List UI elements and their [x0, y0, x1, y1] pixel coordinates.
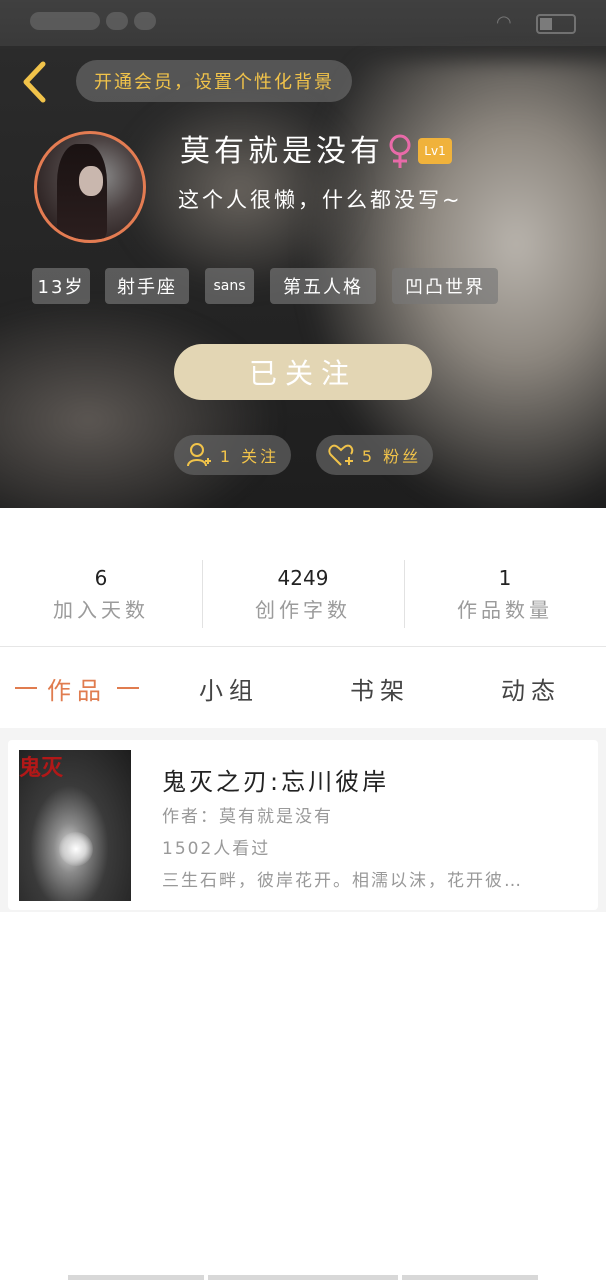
- divider: [404, 560, 405, 628]
- home-indicator: [208, 1275, 398, 1280]
- tab-label: 书架: [350, 676, 410, 705]
- following-label: 1 关注: [219, 447, 280, 466]
- divider: [0, 646, 606, 647]
- fans-label: 5 粉丝: [361, 447, 422, 466]
- tab-label: 作品: [47, 676, 107, 705]
- stat-label: 创作字数: [255, 598, 351, 622]
- home-indicator: [68, 1275, 204, 1280]
- stat-value: 1: [498, 566, 512, 590]
- tab-label: 小组: [199, 676, 259, 705]
- follow-button-label: 已关注: [248, 357, 357, 390]
- vip-banner-label: 开通会员，设置个性化背景: [94, 72, 334, 93]
- battery-icon: [536, 14, 576, 34]
- status-bar-left: [30, 12, 180, 34]
- follow-button[interactable]: 已关注: [174, 344, 432, 400]
- back-button[interactable]: [14, 58, 54, 106]
- tab-label: 动态: [501, 676, 561, 705]
- divider: [202, 560, 203, 628]
- work-title: 鬼灭之刃:忘川彼岸: [162, 768, 390, 796]
- bio: 这个人很懒，什么都没写~: [178, 188, 463, 212]
- profile-stats: 6 加入天数 4249 创作字数 1 作品数量: [0, 556, 606, 628]
- fans-button[interactable]: 5 粉丝: [316, 435, 433, 475]
- profile-header: ◠ 开通会员，设置个性化背景 莫有就是没有 Lv1 这个人很懒，什么都没写~ 1…: [0, 0, 606, 508]
- stat-label: 作品数量: [457, 598, 553, 622]
- stat-label: 加入天数: [53, 598, 149, 622]
- stat-value: 6: [94, 566, 108, 590]
- tab-bar: 作品 小组 书架 动态: [0, 648, 606, 728]
- wifi-icon: ◠: [496, 12, 512, 33]
- stat-word-count: 4249 创作字数: [202, 556, 404, 628]
- tab-bookshelf[interactable]: 书架: [304, 648, 456, 728]
- home-indicator: [402, 1275, 538, 1280]
- tag-interest: sans: [205, 268, 254, 304]
- add-user-icon: [186, 443, 211, 467]
- tab-activity[interactable]: 动态: [456, 648, 606, 728]
- tag-interest: 凹凸世界: [392, 268, 498, 304]
- tag-interest: 第五人格: [270, 268, 376, 304]
- level-badge: Lv1: [418, 138, 452, 164]
- work-description: 三生石畔，彼岸花开。相濡以沫，花开彼…: [162, 871, 523, 891]
- vip-banner[interactable]: 开通会员，设置个性化背景: [76, 60, 352, 102]
- female-icon: [386, 134, 414, 170]
- tag-age: 13岁: [32, 268, 90, 304]
- stat-works-count: 1 作品数量: [404, 556, 606, 628]
- work-author: 作者：莫有就是没有: [162, 807, 333, 827]
- spider-lily-image: [59, 832, 93, 866]
- heart-plus-icon: [328, 444, 354, 466]
- status-bar-right: ◠: [426, 12, 576, 34]
- tag-zodiac: 射手座: [105, 268, 189, 304]
- stat-days-joined: 6 加入天数: [0, 556, 202, 628]
- tab-groups[interactable]: 小组: [154, 648, 304, 728]
- work-card[interactable]: 鬼灭 鬼灭之刃:忘川彼岸 作者：莫有就是没有 1502人看过 三生石畔，彼岸花开…: [8, 740, 598, 910]
- nickname: 莫有就是没有: [180, 134, 384, 169]
- status-bar: ◠: [0, 0, 606, 46]
- stat-value: 4249: [277, 566, 329, 590]
- background-blur: [0, 300, 280, 508]
- cover-title: 鬼灭: [19, 756, 64, 781]
- tab-works[interactable]: 作品: [0, 648, 154, 728]
- avatar[interactable]: [34, 131, 146, 243]
- back-arrow-icon: [23, 61, 46, 103]
- book-cover[interactable]: 鬼灭: [19, 750, 131, 901]
- following-button[interactable]: 1 关注: [174, 435, 291, 475]
- work-views: 1502人看过: [162, 839, 271, 859]
